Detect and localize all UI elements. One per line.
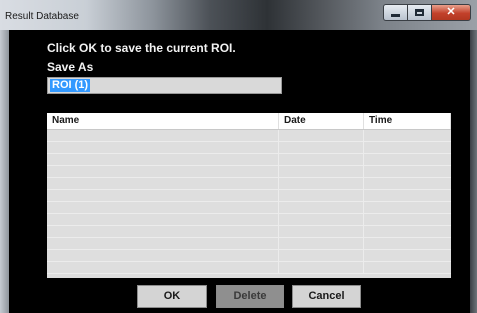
table-cell: [47, 178, 279, 189]
table-cell: [364, 250, 451, 261]
table-row[interactable]: [47, 130, 451, 142]
save-as-input[interactable]: ROI (1): [47, 77, 282, 94]
table-cell: [279, 226, 364, 237]
window-frame-left: [0, 30, 9, 313]
table-cell: [47, 238, 279, 249]
title-bar[interactable]: Result Database ✕: [0, 0, 477, 30]
table-cell: [279, 166, 364, 177]
table-row[interactable]: [47, 166, 451, 178]
instruction-text: Click OK to save the current ROI.: [47, 41, 236, 55]
table-cell: [47, 190, 279, 201]
results-table[interactable]: Name Date Time: [47, 113, 451, 278]
table-row[interactable]: [47, 250, 451, 262]
table-cell: [364, 142, 451, 153]
table-cell: [364, 214, 451, 225]
result-database-window: Result Database ✕ Click OK to save the c…: [0, 0, 477, 313]
close-icon: ✕: [446, 6, 456, 18]
table-row[interactable]: [47, 178, 451, 190]
column-header-name[interactable]: Name: [47, 113, 279, 129]
minimize-icon: [391, 14, 400, 17]
save-as-label: Save As: [47, 60, 94, 74]
table-cell: [279, 154, 364, 165]
table-cell: [47, 130, 279, 141]
table-cell: [47, 166, 279, 177]
table-cell: [47, 214, 279, 225]
table-row[interactable]: [47, 214, 451, 226]
column-header-time[interactable]: Time: [364, 113, 451, 129]
cancel-button[interactable]: Cancel: [292, 285, 361, 308]
table-cell: [364, 226, 451, 237]
table-header: Name Date Time: [47, 113, 451, 130]
minimize-button[interactable]: [383, 4, 407, 21]
table-cell: [364, 154, 451, 165]
table-cell: [47, 142, 279, 153]
table-cell: [279, 214, 364, 225]
table-cell: [364, 130, 451, 141]
table-row[interactable]: [47, 154, 451, 166]
table-cell: [364, 190, 451, 201]
close-button[interactable]: ✕: [431, 4, 471, 21]
table-cell: [364, 262, 451, 273]
table-cell: [364, 178, 451, 189]
table-cell: [279, 238, 364, 249]
ok-button[interactable]: OK: [137, 285, 207, 308]
column-header-date[interactable]: Date: [279, 113, 364, 129]
table-cell: [279, 130, 364, 141]
maximize-button[interactable]: [407, 4, 431, 21]
table-cell: [47, 250, 279, 261]
table-cell: [47, 262, 279, 273]
table-row[interactable]: [47, 226, 451, 238]
window-frame-right: [470, 30, 477, 313]
table-cell: [279, 142, 364, 153]
window-title: Result Database: [5, 11, 79, 22]
table-cell: [364, 238, 451, 249]
table-cell: [47, 202, 279, 213]
table-row[interactable]: [47, 202, 451, 214]
table-cell: [364, 166, 451, 177]
table-cell: [279, 262, 364, 273]
table-cell: [47, 154, 279, 165]
table-row[interactable]: [47, 262, 451, 274]
table-cell: [279, 190, 364, 201]
table-cell: [47, 226, 279, 237]
table-cell: [279, 202, 364, 213]
table-row[interactable]: [47, 238, 451, 250]
save-as-value: ROI (1): [50, 79, 91, 92]
table-row[interactable]: [47, 142, 451, 154]
table-cell: [364, 202, 451, 213]
maximize-icon: [415, 9, 424, 16]
table-cell: [279, 178, 364, 189]
table-row[interactable]: [47, 190, 451, 202]
delete-button[interactable]: Delete: [216, 285, 284, 308]
table-cell: [279, 250, 364, 261]
caption-buttons: ✕: [383, 4, 471, 21]
